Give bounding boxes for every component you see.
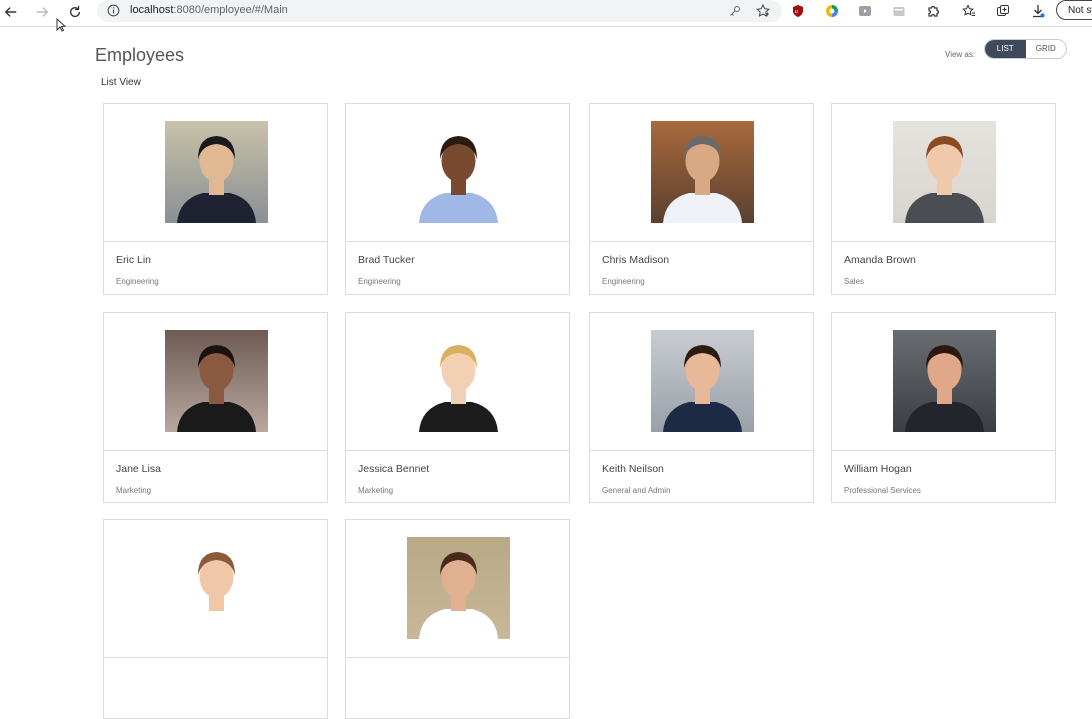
employee-name[interactable]: William Hogan [844, 463, 912, 475]
employee-photo [165, 537, 268, 639]
grid-view-button[interactable]: GRID [1026, 40, 1067, 58]
employee-card[interactable]: Jessica Bennet Marketing [345, 312, 570, 503]
info-icon[interactable] [107, 4, 120, 17]
page-title: Employees [95, 45, 185, 65]
employee-card[interactable]: Eric Lin Engineering [103, 103, 328, 295]
employee-photo [407, 121, 510, 223]
employee-card[interactable] [345, 519, 570, 719]
card-image-area [104, 520, 327, 658]
card-image-area [346, 520, 569, 658]
employee-card[interactable]: William Hogan Professional Services [831, 312, 1056, 503]
employee-department: Marketing [116, 486, 152, 495]
url-host: localhost [130, 4, 174, 16]
employee-department: Sales [844, 277, 865, 286]
profile-sync-button[interactable]: Not sy [1056, 0, 1092, 20]
colorful-extension-icon[interactable] [824, 3, 840, 19]
employee-photo [651, 330, 754, 432]
employee-name[interactable]: Chris Madison [602, 254, 669, 266]
employee-photo [893, 330, 996, 432]
employee-department: Professional Services [844, 486, 921, 495]
key-icon[interactable] [727, 3, 743, 19]
employee-name[interactable]: Brad Tucker [358, 254, 415, 266]
employee-name[interactable]: Jessica Bennet [358, 463, 429, 475]
employee-card[interactable]: Keith Neilson General and Admin [589, 312, 814, 503]
reload-icon [69, 5, 81, 18]
favorites-list-icon[interactable] [961, 3, 977, 19]
back-arrow-icon [4, 7, 17, 17]
employee-photo [165, 121, 268, 223]
employee-card[interactable]: Chris Madison Engineering [589, 103, 814, 295]
employee-photo [651, 121, 754, 223]
view-subtitle: List View [101, 77, 141, 88]
card-image-area [590, 313, 813, 451]
employee-name[interactable]: Keith Neilson [602, 463, 664, 475]
employee-photo [407, 537, 510, 639]
mouse-cursor-icon [56, 18, 66, 32]
list-view-button[interactable]: LIST [985, 40, 1026, 58]
svg-text:u: u [795, 9, 798, 15]
employee-department: Marketing [358, 486, 394, 495]
ublock-extension-icon[interactable]: u [790, 3, 806, 19]
card-image-area [104, 313, 327, 451]
back-button[interactable] [0, 2, 22, 22]
employee-name[interactable]: Eric Lin [116, 254, 151, 266]
card-image-area [832, 313, 1055, 451]
briefcase-extension-icon[interactable] [891, 3, 907, 19]
url-path: :8080/employee/#/Main [173, 4, 288, 16]
employee-department: Engineering [602, 277, 645, 286]
card-image-area [104, 104, 327, 242]
card-image-area [346, 313, 569, 451]
downloads-icon[interactable] [1030, 3, 1046, 19]
employee-card[interactable]: Amanda Brown Sales [831, 103, 1056, 295]
reload-button[interactable] [64, 2, 86, 22]
favorite-star-icon[interactable] [755, 3, 771, 19]
collections-icon[interactable] [995, 3, 1011, 19]
employee-name[interactable]: Jane Lisa [116, 463, 161, 475]
employee-department: General and Admin [602, 486, 671, 495]
employee-department: Engineering [116, 277, 159, 286]
employee-card[interactable] [103, 519, 328, 719]
card-image-area [590, 104, 813, 242]
employee-photo [165, 330, 268, 432]
employee-card[interactable]: Jane Lisa Marketing [103, 312, 328, 503]
employee-photo [407, 330, 510, 432]
employee-name[interactable]: Amanda Brown [844, 254, 916, 266]
employee-department: Engineering [358, 277, 401, 286]
forward-arrow-icon [36, 7, 49, 17]
url-text[interactable]: localhost:8080/employee/#/Main [130, 4, 288, 16]
view-toggle: LIST GRID [984, 39, 1067, 59]
play-extension-icon[interactable] [857, 3, 873, 19]
puzzle-extensions-icon[interactable] [925, 3, 941, 19]
address-bar[interactable]: localhost:8080/employee/#/Main [97, 0, 782, 22]
card-image-area [832, 104, 1055, 242]
view-as-label: View as: [945, 50, 976, 59]
employee-photo [893, 121, 996, 223]
browser-toolbar: localhost:8080/employee/#/Main u Not sy [0, 0, 1092, 32]
card-image-area [346, 104, 569, 242]
forward-button[interactable] [31, 2, 53, 22]
employee-card[interactable]: Brad Tucker Engineering [345, 103, 570, 295]
